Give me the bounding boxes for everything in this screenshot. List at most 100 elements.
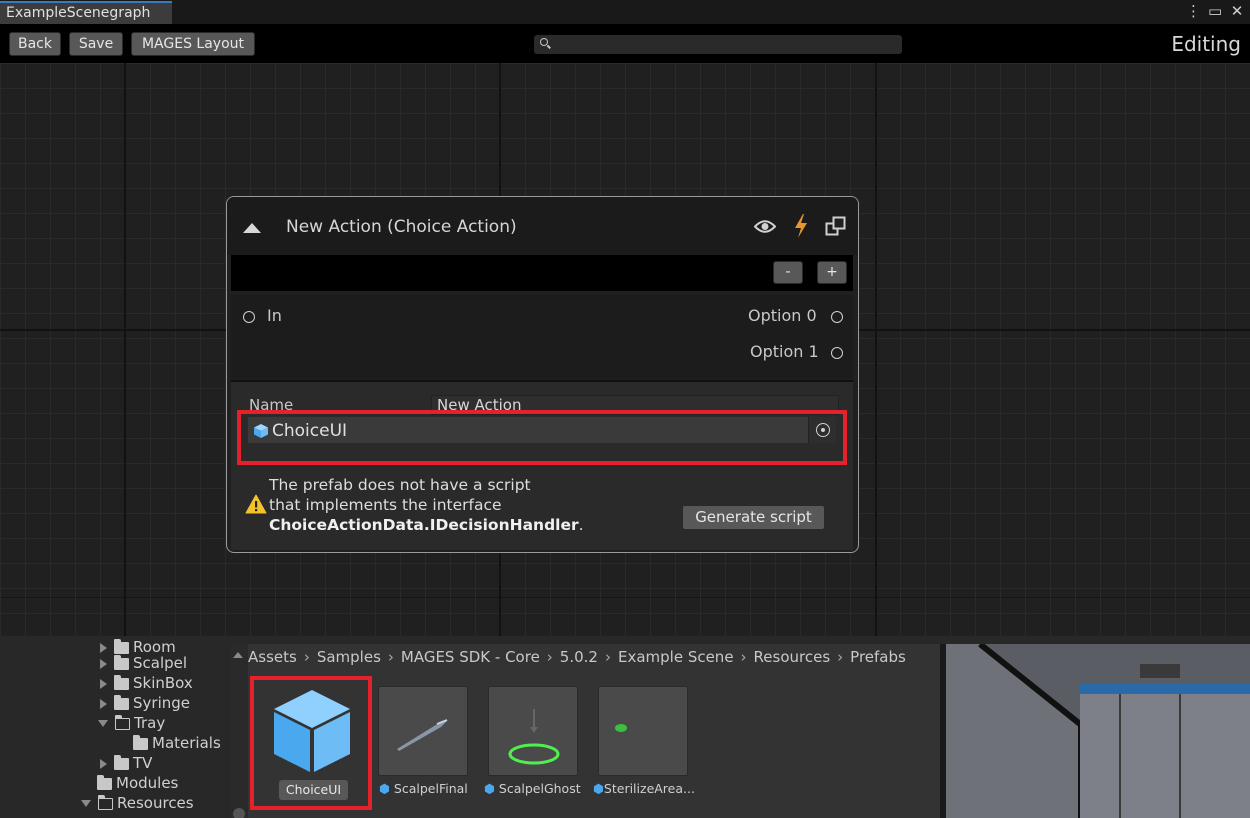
choice-action-node[interactable]: New Action (Choice Action) - + In Option… <box>226 196 859 553</box>
input-port-label: In <box>267 306 282 325</box>
tree-item[interactable]: SkinBox <box>100 674 193 694</box>
prefab-cube-icon: ⬢ <box>379 781 390 796</box>
mages-layout-button[interactable]: MAGES Layout <box>131 32 255 56</box>
warning-interface-line: ChoiceActionData.IDecisionHandler. <box>269 515 584 535</box>
asset-tile-scalpelfinal[interactable] <box>378 686 468 776</box>
tree-expand-arrow-icon[interactable] <box>100 658 107 669</box>
breadcrumb-item[interactable]: Assets <box>248 648 297 666</box>
scene-view[interactable] <box>940 644 1250 818</box>
tree-item-label: Materials <box>152 734 221 752</box>
title-bar: ExampleScenegraph ⋮ ▭ ✕ <box>0 0 1250 24</box>
tree-item-label: Modules <box>116 774 179 792</box>
window-controls: ⋮ ▭ ✕ <box>1186 2 1244 20</box>
warning-icon <box>245 494 267 514</box>
breadcrumb-separator-icon: › <box>837 648 844 666</box>
breadcrumb-item[interactable]: Prefabs <box>850 648 906 666</box>
breadcrumb-item[interactable]: Example Scene <box>618 648 734 666</box>
window-tab-label: ExampleScenegraph <box>6 5 151 21</box>
tree-item[interactable]: Modules <box>97 774 178 794</box>
breadcrumb-item[interactable]: 5.0.2 <box>560 648 598 666</box>
search-input[interactable] <box>552 35 898 54</box>
folder-icon <box>114 754 129 770</box>
tree-collapse-arrow-icon[interactable] <box>98 720 108 727</box>
node-title: New Action (Choice Action) <box>286 217 517 237</box>
lightning-bolt-icon[interactable] <box>793 214 809 238</box>
breadcrumb-separator-icon: › <box>387 648 394 666</box>
breadcrumb-separator-icon: › <box>740 648 747 666</box>
breadcrumb-separator-icon: › <box>604 648 611 666</box>
asset-label-row: ⬢ ScalpelGhost <box>484 781 581 796</box>
warning-period: . <box>578 516 584 534</box>
node-header[interactable]: New Action (Choice Action) <box>227 197 858 255</box>
tree-item[interactable]: Resources <box>81 794 194 814</box>
asset-tile-scalpelghost[interactable] <box>488 686 578 776</box>
eye-icon[interactable] <box>754 219 776 234</box>
scalpel-thumbnail-icon <box>397 719 448 751</box>
breadcrumb: Assets › Samples › MAGES SDK - Core › 5.0.2 › Ex… <box>248 648 906 666</box>
ports-section: In Option 0 Option 1 <box>231 295 853 379</box>
tree-item-label: Resources <box>117 794 194 812</box>
breadcrumb-item[interactable]: Samples <box>317 648 381 666</box>
output-port-label: Option 1 <box>750 342 819 361</box>
generate-script-button[interactable]: Generate script <box>682 505 825 530</box>
scroll-thumb[interactable] <box>233 808 245 818</box>
folder-icon <box>97 774 112 790</box>
asset-label: SterilizeArea... <box>603 781 695 796</box>
asset-label-row: ⬢SterilizeArea... <box>593 781 695 796</box>
breadcrumb-item[interactable]: MAGES SDK - Core <box>401 648 540 666</box>
toolbar: Back Save MAGES Layout Editing <box>0 24 1250 63</box>
save-button[interactable]: Save <box>69 32 123 56</box>
warning-line: that implements the interface <box>269 496 502 514</box>
sterilize-thumbnail-icon <box>615 724 627 732</box>
tree-item[interactable]: Tray <box>98 714 165 734</box>
kebab-menu-icon[interactable]: ⋮ <box>1186 2 1201 20</box>
grid-line <box>124 63 126 636</box>
ghost-ring-thumbnail-icon <box>508 709 560 765</box>
warning-message: The prefab does not have a script that i… <box>269 475 584 535</box>
folder-icon <box>114 694 129 710</box>
close-icon[interactable]: ✕ <box>1230 2 1244 20</box>
properties-section: Name New Action ChoiceUI The prefab does… <box>231 382 853 550</box>
option-controls-bar: - + <box>231 255 853 291</box>
tree-expand-arrow-icon[interactable] <box>100 698 107 709</box>
tree-item[interactable]: Materials <box>133 734 221 754</box>
input-port[interactable] <box>243 311 255 323</box>
panel-splitter[interactable] <box>0 636 1250 644</box>
add-option-button[interactable]: + <box>817 261 847 284</box>
prefab-cube-icon: ⬢ <box>484 781 495 796</box>
highlight-box <box>237 410 847 465</box>
asset-tile-sterilizearea[interactable] <box>598 686 688 776</box>
tree-item[interactable]: Syringe <box>100 694 190 714</box>
tree-expand-arrow-icon[interactable] <box>100 758 107 769</box>
tree-expand-arrow-icon[interactable] <box>100 678 107 689</box>
tree-item[interactable]: TV <box>100 754 152 774</box>
search-icon <box>540 38 548 46</box>
tree-item[interactable]: Scalpel <box>100 654 187 674</box>
maximize-icon[interactable]: ▭ <box>1208 2 1222 20</box>
remove-option-button[interactable]: - <box>773 261 803 284</box>
output-port-label: Option 0 <box>748 306 817 325</box>
output-port[interactable] <box>831 347 843 359</box>
tree-item-label: Scalpel <box>133 654 188 672</box>
tree-collapse-arrow-icon[interactable] <box>81 800 91 807</box>
tree-expand-arrow-icon[interactable] <box>100 642 107 653</box>
breadcrumb-item[interactable]: Resources <box>754 648 831 666</box>
editor-window: ExampleScenegraph ⋮ ▭ ✕ Back Save MAGES … <box>0 0 1250 818</box>
highlight-box <box>250 676 372 810</box>
mode-label: Editing <box>1171 32 1241 56</box>
assets-scrollbar[interactable] <box>230 644 248 818</box>
search-box <box>534 35 902 54</box>
tree-item-label: SkinBox <box>133 674 193 692</box>
open-external-icon[interactable] <box>825 216 847 236</box>
back-button[interactable]: Back <box>9 32 61 56</box>
output-port[interactable] <box>831 311 843 323</box>
collapse-triangle-icon[interactable] <box>243 223 261 233</box>
warning-interface-name: ChoiceActionData.IDecisionHandler <box>269 516 579 534</box>
folder-icon <box>133 734 148 750</box>
scroll-up-arrow-icon[interactable] <box>233 652 243 658</box>
tree-item-label: Tray <box>134 714 166 732</box>
tree-item-label: Syringe <box>133 694 190 712</box>
folder-icon <box>114 654 129 670</box>
window-tab[interactable]: ExampleScenegraph <box>0 1 172 24</box>
grid-line <box>875 63 877 636</box>
